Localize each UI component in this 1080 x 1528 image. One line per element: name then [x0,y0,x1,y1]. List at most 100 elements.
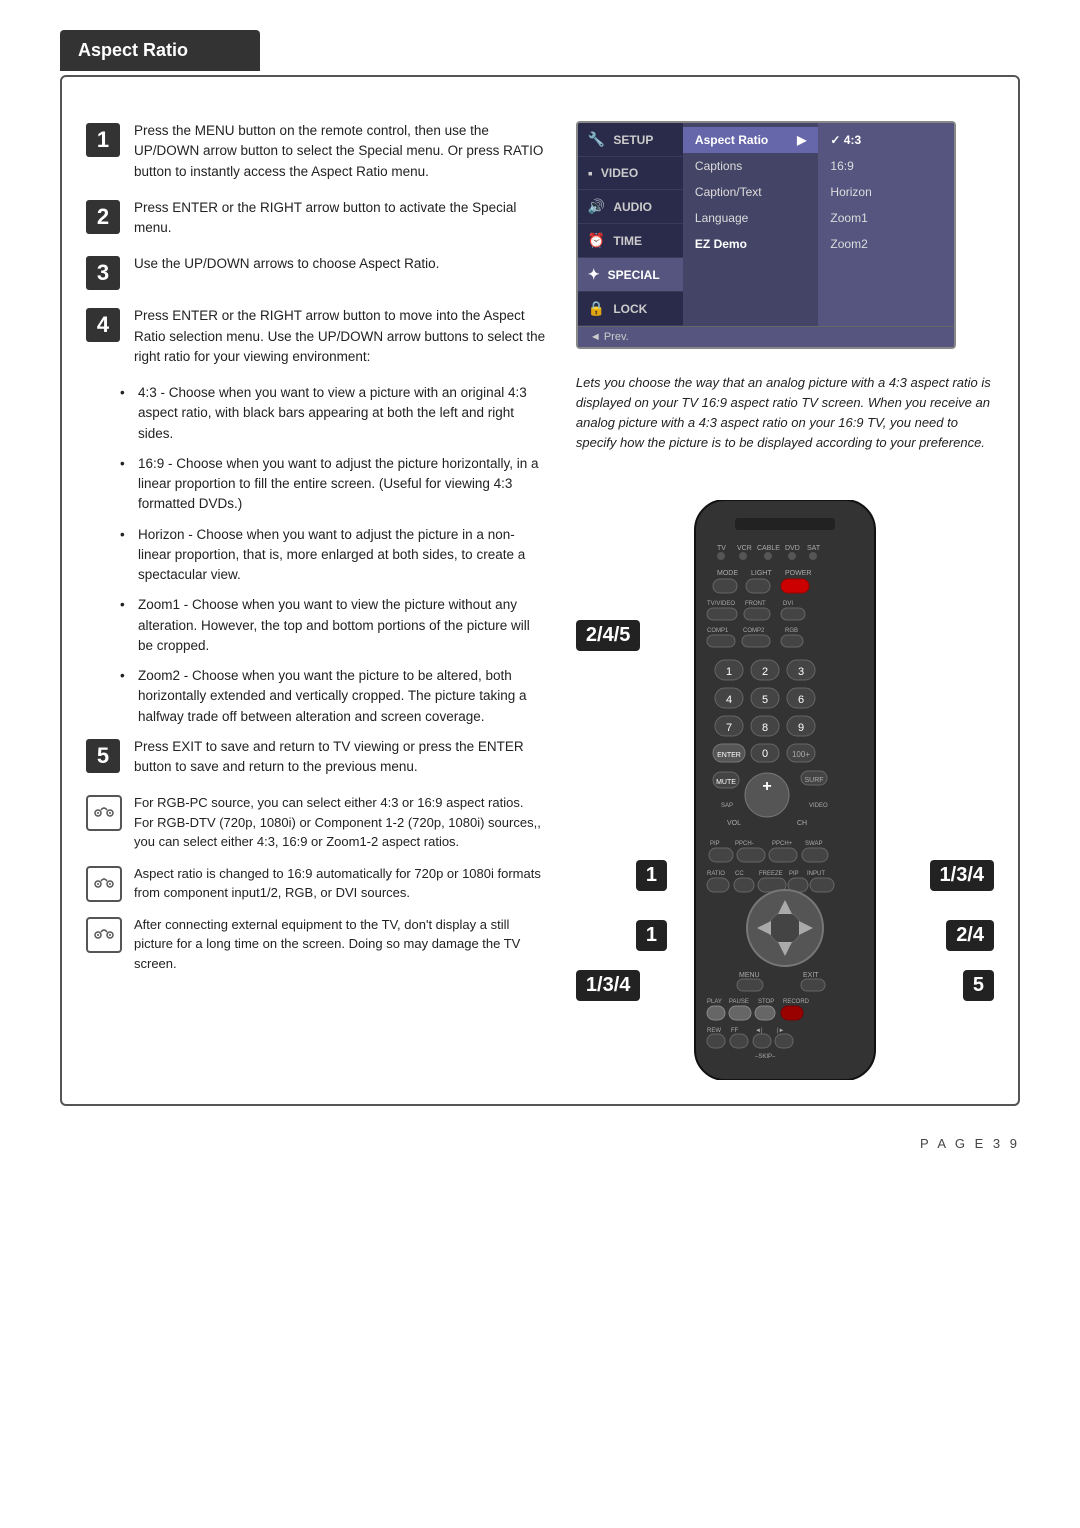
label-5-right: 5 [963,970,994,1001]
bullet-item-horizon: Horizon - Choose when you want to adjust… [120,525,546,586]
step-3-number: 3 [86,256,120,290]
svg-text:9: 9 [798,722,804,734]
tv-menu-footer: ◄ Prev. [578,326,954,347]
svg-text:RATIO: RATIO [707,871,725,877]
label-245: 2/4/5 [576,620,640,651]
svg-text:DVD: DVD [785,545,800,552]
label-134-right: 1/3/4 [930,860,994,891]
svg-text:–SKIP–: –SKIP– [755,1054,776,1060]
audio-icon: 🔊 [588,198,605,215]
bullet-item-zoom2: Zoom2 - Choose when you want the picture… [120,666,546,727]
tv-menu-center-ezdemo: EZ Demo [683,231,819,257]
video-icon: ▪ [588,165,593,181]
svg-text:7: 7 [726,722,732,734]
tv-menu-center-aspectratio: Aspect Ratio ▶ [683,127,819,153]
tv-menu-setup: 🔧 SETUP [578,123,683,157]
right-column: 🔧 SETUP ▪ VIDEO 🔊 AUDIO [576,121,994,1080]
svg-text:6: 6 [798,694,804,706]
step-1-number: 1 [86,123,120,157]
svg-text:PIP: PIP [789,871,799,877]
step-3-row: 3 Use the UP/DOWN arrows to choose Aspec… [86,254,546,290]
svg-text:PLAY: PLAY [707,999,722,1005]
svg-text:|►: |► [777,1028,785,1034]
tv-menu-lock: 🔒 LOCK [578,292,683,326]
note-1-text: For RGB-PC source, you can select either… [134,793,546,852]
left-column: 1 Press the MENU button on the remote co… [86,121,546,1080]
remote-area: 2/4/5 1/3/4 2/4 5 1 1 1/3/4 [576,490,994,1080]
svg-text:CABLE: CABLE [757,545,780,552]
tv-menu-audio: 🔊 AUDIO [578,190,683,224]
svg-text:VIDEO: VIDEO [809,803,828,809]
tv-menu-screenshot: 🔧 SETUP ▪ VIDEO 🔊 AUDIO [576,121,956,349]
svg-text:SAT: SAT [807,545,821,552]
svg-text:CC: CC [735,871,744,877]
svg-text:ENTER: ENTER [717,752,741,759]
step-4-number: 4 [86,308,120,342]
note-2-text: Aspect ratio is changed to 16:9 automati… [134,864,546,903]
bullet-list: 4:3 - Choose when you want to view a pic… [120,383,546,727]
step-5-number: 5 [86,739,120,773]
note-2-icon [86,866,122,902]
label-1-bot: 1 [636,920,667,951]
step-5-text: Press EXIT to save and return to TV view… [134,737,546,778]
svg-text:◄|: ◄| [755,1028,763,1034]
tv-menu-special-label: SPECIAL [608,268,660,282]
tv-menu-time: ⏰ TIME [578,224,683,258]
tv-menu-right-zoom1: Zoom1 [818,205,954,231]
tv-menu-right-43: ✓ 4:3 [818,127,954,153]
svg-text:REW: REW [707,1028,721,1034]
svg-text:FRONT: FRONT [745,601,766,607]
setup-icon: 🔧 [588,131,605,148]
svg-text:COMP1: COMP1 [707,628,729,634]
bullet-item-zoom1: Zoom1 - Choose when you want to view the… [120,595,546,656]
svg-text:FF: FF [731,1028,739,1034]
remote-svg: TV VCR CABLE DVD SAT [655,500,915,1080]
page: Aspect Ratio 1 Press the MENU button on … [40,0,1040,1191]
note-1-icon [86,795,122,831]
step-4-text: Press ENTER or the RIGHT arrow button to… [134,306,546,367]
step-3-text: Use the UP/DOWN arrows to choose Aspect … [134,254,546,274]
note-3-text: After connecting external equipment to t… [134,915,546,974]
svg-text:PIP: PIP [710,841,720,847]
tv-menu-audio-label: AUDIO [613,200,652,214]
svg-text:5: 5 [762,694,768,706]
svg-text:RECORD: RECORD [783,999,810,1005]
svg-text:INPUT: INPUT [807,871,825,877]
svg-text:0: 0 [762,748,768,760]
svg-text:RGB: RGB [785,628,798,634]
step-4-row: 4 Press ENTER or the RIGHT arrow button … [86,306,546,367]
svg-text:MODE: MODE [717,570,738,577]
special-icon: ✦ [588,266,600,283]
time-icon: ⏰ [588,232,605,249]
svg-text:TV: TV [717,545,726,552]
svg-text:4: 4 [726,694,732,706]
tv-menu-inner: 🔧 SETUP ▪ VIDEO 🔊 AUDIO [578,123,954,326]
svg-text:FREEZE: FREEZE [759,871,783,877]
tv-menu-right-169: 16:9 [818,153,954,179]
tv-menu-setup-label: SETUP [613,133,653,147]
note-3-row: After connecting external equipment to t… [86,915,546,974]
svg-text:MENU: MENU [739,972,760,979]
svg-text:DVI: DVI [783,601,793,607]
tv-menu-right: ✓ 4:3 16:9 Horizon Zoom1 Zoom2 [818,123,954,326]
step-2-row: 2 Press ENTER or the RIGHT arrow button … [86,198,546,239]
tv-menu-lock-label: LOCK [613,302,647,316]
note-2-row: Aspect ratio is changed to 16:9 automati… [86,864,546,903]
tv-menu-center-captions: Captions [683,153,819,179]
svg-text:SAP: SAP [721,803,733,809]
label-134-bot: 1/3/4 [576,970,640,1001]
lock-icon: 🔒 [588,300,605,317]
bullet-item-169: 16:9 - Choose when you want to adjust th… [120,454,546,515]
step-5-row: 5 Press EXIT to save and return to TV vi… [86,737,546,778]
note-3-icon [86,917,122,953]
tv-menu-left: 🔧 SETUP ▪ VIDEO 🔊 AUDIO [578,123,683,326]
content-area: 1 Press the MENU button on the remote co… [86,121,994,1080]
step-1-text: Press the MENU button on the remote cont… [134,121,546,182]
svg-text:LIGHT: LIGHT [751,570,772,577]
svg-text:TV/VIDEO: TV/VIDEO [707,601,735,607]
svg-text:EXIT: EXIT [803,972,819,979]
svg-text:PPCH+: PPCH+ [772,841,793,847]
svg-text:+: + [762,778,771,795]
tv-menu-video-label: VIDEO [601,166,638,180]
svg-text:STOP: STOP [758,999,774,1005]
